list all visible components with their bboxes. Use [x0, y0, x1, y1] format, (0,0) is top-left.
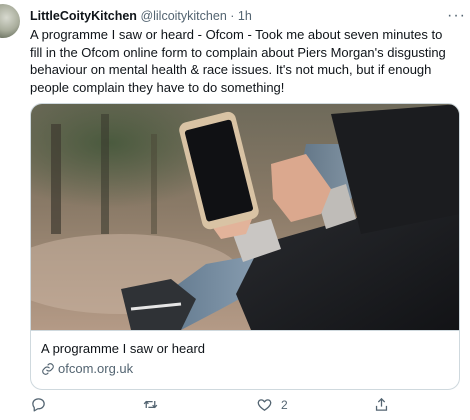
- retweet-icon: [143, 400, 158, 409]
- card-domain-label: ofcom.org.uk: [58, 361, 134, 376]
- more-options-button[interactable]: ···: [447, 7, 466, 25]
- display-name[interactable]: LittleCoityKitchen: [30, 9, 137, 23]
- separator: ·: [230, 9, 235, 23]
- like-button[interactable]: 2: [256, 396, 288, 413]
- link-icon: [42, 362, 54, 375]
- card-image: [31, 104, 459, 330]
- tweet: LittleCoityKitchen @lilcoitykitchen · 1h…: [30, 7, 465, 412]
- card-title[interactable]: A programme I saw or heard: [41, 340, 449, 357]
- reply-icon: [32, 398, 45, 412]
- handle[interactable]: @lilcoitykitchen: [140, 9, 226, 23]
- link-card[interactable]: A programme I saw or heard ofcom.org.uk: [30, 103, 460, 390]
- card-meta[interactable]: A programme I saw or heard ofcom.org.uk: [31, 330, 459, 389]
- share-button[interactable]: [373, 396, 390, 413]
- like-count: 2: [281, 397, 288, 412]
- retweet-button[interactable]: [142, 396, 159, 413]
- tweet-text: A programme I saw or heard - Ofcom - Too…: [30, 27, 446, 95]
- tweet-actions: 2: [30, 396, 460, 420]
- tweet-header: LittleCoityKitchen @lilcoitykitchen · 1h: [30, 8, 460, 24]
- share-icon: [375, 397, 388, 411]
- timestamp[interactable]: 1h: [238, 9, 252, 23]
- heart-icon: [257, 399, 272, 411]
- card-domain[interactable]: ofcom.org.uk: [41, 360, 449, 377]
- reply-button[interactable]: [30, 396, 47, 413]
- avatar[interactable]: [0, 4, 20, 38]
